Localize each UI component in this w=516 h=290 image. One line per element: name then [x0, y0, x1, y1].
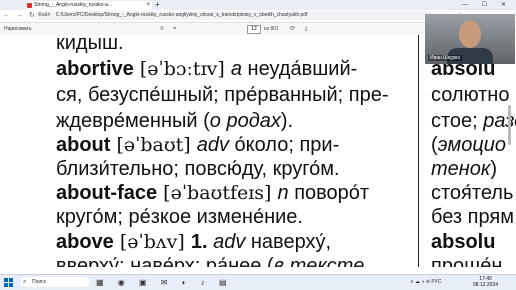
- navigation-icons[interactable]: ← → ↻: [3, 11, 37, 21]
- dict-line: about-face [əˈbaʊtfeɪs] n поворо́т: [56, 182, 370, 204]
- webcam-overlay: Иван Шкурко: [425, 14, 515, 64]
- window-controls[interactable]: — ☐ ✕: [462, 0, 512, 10]
- transcription: [əˈbaʊt]: [110, 134, 197, 156]
- pdf-view-icons[interactable]: ≡ ⌖: [160, 24, 181, 34]
- draw-button[interactable]: Нарисовать: [4, 24, 31, 34]
- transcription: [əˈbaʊtfeɪs]: [157, 182, 278, 204]
- headword: above: [56, 231, 114, 253]
- search-icon: ⌕: [23, 279, 27, 285]
- dict-line: стое; разд: [431, 110, 516, 132]
- part-of-speech: n: [277, 182, 289, 204]
- dict-line: abortive [əˈbɔːtɪv] a неуда́вший-: [56, 58, 358, 80]
- taskbar: ⌕ Поиск ▦ ◉ ▣ ✉ ◐ ♪ ▤ ∧ ☁ ◖ ⊜ РУС 17:40 …: [0, 274, 516, 290]
- column-divider: [418, 35, 419, 267]
- dict-line: близи́тельно; повсю́ду, круго́м.: [56, 158, 340, 180]
- url-field[interactable]: Файл C:/Users/PC/Desktop/Strong_-_Anglo-…: [34, 11, 434, 20]
- dictionary-column-right: absolu солютно стое; разд (эмоцио тенок)…: [431, 35, 516, 267]
- transcription: [əˈbɔːtɪv]: [133, 58, 231, 80]
- url-text: C:/Users/PC/Desktop/Strong_-_Anglo-russk…: [55, 12, 308, 18]
- taskbar-app-icons[interactable]: ▦ ◉ ▣ ✉ ◐ ♪ ▤: [96, 277, 233, 288]
- person-head: [459, 20, 481, 48]
- page-total: из 801: [264, 26, 279, 32]
- dict-line: кидыш.: [56, 35, 124, 54]
- tab-title: Strong_-_Anglo-russkiy_russko-a...: [34, 2, 113, 8]
- webcam-name: Иван Шкурко: [428, 55, 463, 61]
- browser-tab[interactable]: Strong_-_Anglo-russkiy_russko-a... ×: [26, 1, 152, 10]
- dict-line: тенок): [431, 158, 498, 180]
- search-placeholder: Поиск: [32, 279, 46, 285]
- dict-line: ждевре́менный (о родах).: [56, 110, 294, 132]
- taskbar-search[interactable]: ⌕ Поиск: [20, 277, 90, 287]
- dict-line: about [əˈbaʊt] adv о́коло; при-: [56, 134, 340, 156]
- dict-line: absolu: [431, 231, 496, 253]
- dict-line: (эмоцио: [431, 134, 507, 156]
- dict-line: круго́м; ре́зкое измене́ние.: [56, 206, 303, 228]
- part-of-speech: a: [230, 58, 242, 80]
- clock-date: 08.12.2024: [473, 282, 499, 288]
- page-number-input[interactable]: 12: [247, 25, 261, 34]
- dict-line: без прям: [431, 206, 514, 228]
- file-label: Файл: [38, 12, 51, 18]
- dict-line: солютно: [431, 84, 510, 106]
- dict-line: above [əˈbʌv] 1. adv наверху́,: [56, 231, 332, 253]
- vertical-scrollbar[interactable]: [508, 105, 511, 145]
- headword: abortive: [56, 58, 134, 80]
- pdf-document[interactable]: кидыш. abortive [əˈbɔːtɪv] a неуда́вший-…: [0, 35, 516, 267]
- part-of-speech: adv: [196, 134, 229, 156]
- browser-titlebar: Strong_-_Anglo-russkiy_russko-a... × + —…: [0, 0, 516, 10]
- tab-close-icon[interactable]: ×: [146, 1, 150, 10]
- headword: about: [56, 134, 111, 156]
- new-tab-button[interactable]: +: [155, 0, 160, 10]
- headword: about-face: [56, 182, 158, 204]
- dict-line: ся, безуспе́шный; пре́рванный; пре-: [56, 84, 389, 106]
- windows-start-icon[interactable]: [4, 278, 13, 287]
- pdf-icon: [27, 3, 32, 8]
- pdf-action-icons[interactable]: ⟳ ⤓: [290, 24, 311, 34]
- dict-line: стоя́тель: [431, 182, 514, 204]
- clock[interactable]: 17:40 08.12.2024: [473, 276, 498, 288]
- part-of-speech: adv: [213, 231, 246, 253]
- dict-line: проще́н: [431, 255, 503, 267]
- system-tray[interactable]: ∧ ☁ ◖ ⊜ РУС: [410, 276, 441, 288]
- transcription: [əˈbʌv]: [113, 231, 191, 253]
- dict-line: вверху́; наве́рх; ра́нее (в тексте: [56, 255, 365, 267]
